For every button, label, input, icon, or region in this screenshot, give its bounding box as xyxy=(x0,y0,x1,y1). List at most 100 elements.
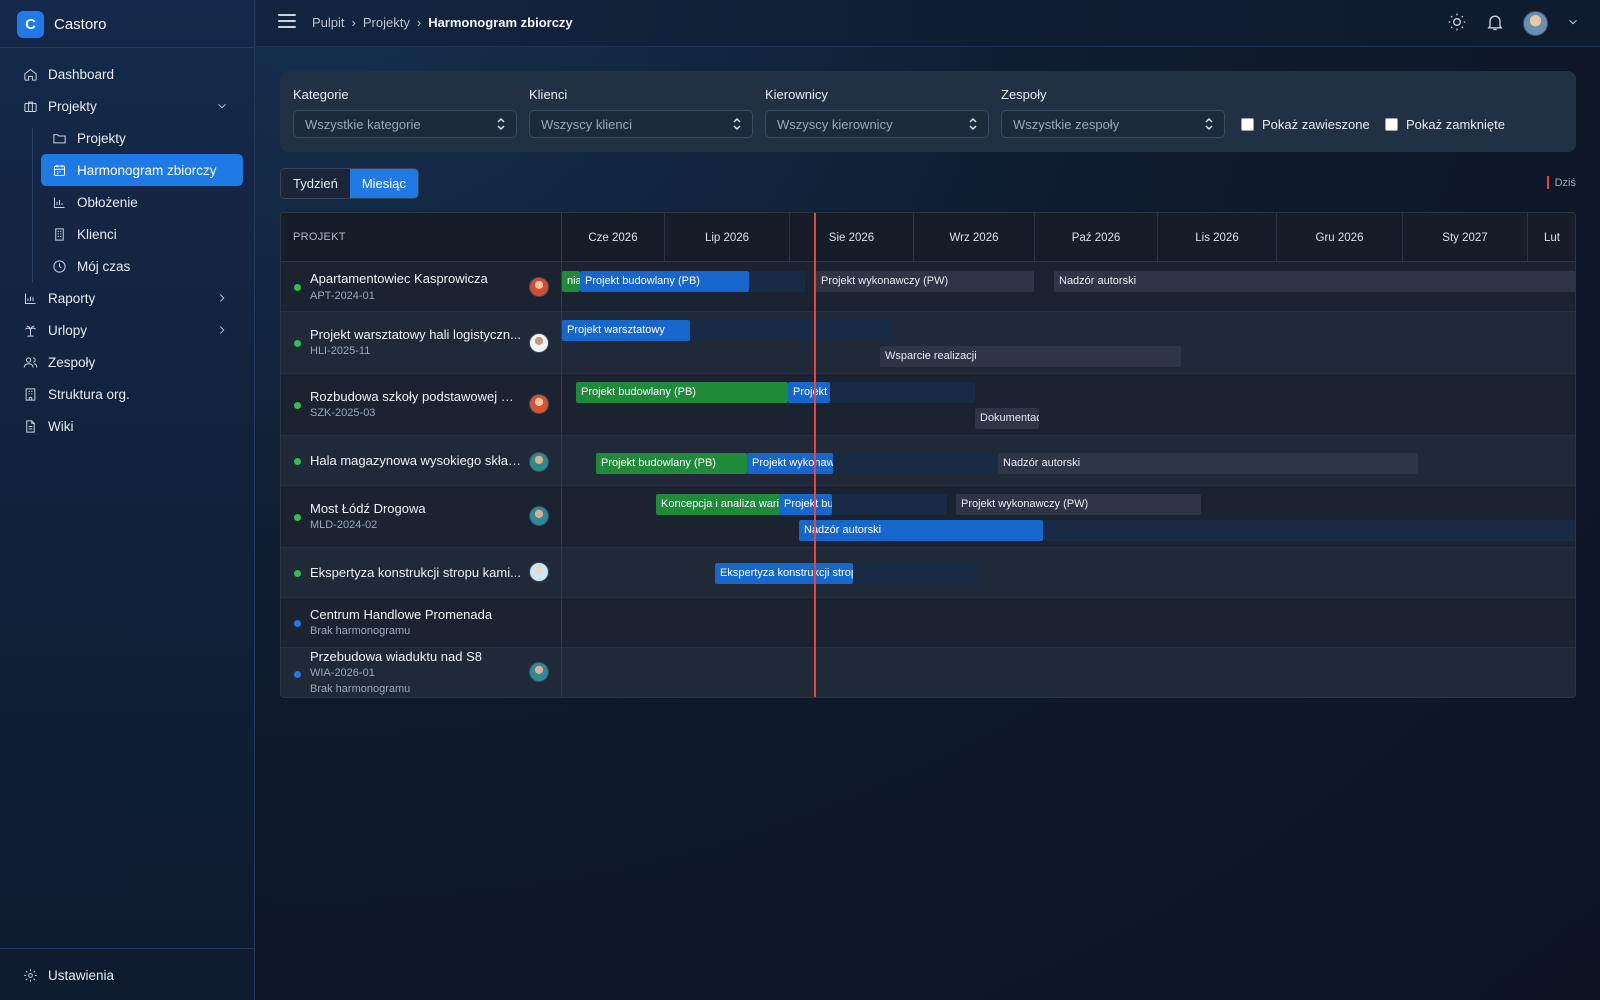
select-value: Wszyscy klienci xyxy=(541,116,633,132)
phase-bar[interactable] xyxy=(749,271,805,292)
topbar-actions xyxy=(1447,11,1580,36)
phase-bar[interactable]: Projekt budowlany (PB) xyxy=(576,382,788,403)
month-header: Lis 2026 xyxy=(1158,213,1277,262)
phase-bar[interactable] xyxy=(1043,520,1575,541)
phase-bar[interactable]: Projekt wykonawczy (PW) xyxy=(788,382,830,403)
chevron-right-icon[interactable] xyxy=(215,291,229,305)
today-label: Dziś xyxy=(1554,176,1576,189)
phase-bar[interactable] xyxy=(853,563,977,584)
today-legend: Dziś xyxy=(1546,176,1576,189)
zespoly-select[interactable]: Wszystkie zespoły xyxy=(1001,110,1225,138)
nav-label: Ustawienia xyxy=(48,967,115,983)
main-nav: Dashboard Projekty Projekty Harmonogram … xyxy=(0,58,255,442)
phase-bar[interactable]: Projekt warsztatowy xyxy=(562,320,690,341)
nav-projekty-list[interactable]: Projekty xyxy=(41,122,243,154)
nav-label: Struktura org. xyxy=(48,386,130,402)
phase-bar[interactable] xyxy=(833,453,998,474)
breadcrumb-separator: › xyxy=(416,15,422,30)
month-header: Lip 2026 xyxy=(665,213,790,262)
nav-label: Obłożenie xyxy=(77,194,138,210)
bar-chart-icon xyxy=(51,194,67,210)
submenu-line xyxy=(32,128,33,282)
select-value: Wszyscy kierownicy xyxy=(777,116,893,132)
filter-zespoly: Zespoły Wszystkie zespoły xyxy=(1001,87,1225,138)
phase-bar[interactable] xyxy=(830,382,975,403)
today-marker xyxy=(1546,176,1549,189)
month-header: Wrz 2026 xyxy=(914,213,1035,262)
phase-bar[interactable]: Ekspertyza konstrukcji stropu xyxy=(715,563,853,584)
document-icon xyxy=(22,418,38,434)
nav-harmonogram[interactable]: Harmonogram zbiorczy xyxy=(41,154,243,186)
home-icon xyxy=(22,66,38,82)
nav-raporty[interactable]: Raporty xyxy=(0,282,255,314)
phase-bar[interactable]: Nadzór autorski xyxy=(1054,271,1575,292)
month-header: Lut xyxy=(1528,213,1575,262)
view-toggle: Tydzień Miesiąc xyxy=(280,168,419,199)
filter-kategorie: Kategorie Wszystkie kategorie xyxy=(293,87,517,138)
nav-wiki[interactable]: Wiki xyxy=(0,410,255,442)
brand-logo: C xyxy=(17,10,44,38)
phase-bar[interactable]: Nadzór autorski xyxy=(799,520,1043,541)
klienci-select[interactable]: Wszyscy klienci xyxy=(529,110,753,138)
nav-klienci[interactable]: Klienci xyxy=(41,218,243,250)
select-value: Wszystkie zespoły xyxy=(1013,116,1120,132)
nav-ustawienia[interactable]: Ustawienia xyxy=(0,959,255,991)
phase-bar[interactable]: Projekt budowlany (PB) xyxy=(580,271,749,292)
folder-icon xyxy=(51,130,67,146)
filter-label: Klienci xyxy=(529,87,568,102)
user-avatar[interactable] xyxy=(1523,11,1548,36)
sun-icon[interactable] xyxy=(1447,12,1467,35)
org-building-icon xyxy=(22,386,38,402)
phase-bar[interactable]: Projekt budowlany (PB) xyxy=(779,494,832,515)
phase-bar[interactable]: Nadzór autorski xyxy=(998,453,1418,474)
settings-section: Ustawienia xyxy=(0,948,255,1000)
tab-tydzien[interactable]: Tydzień xyxy=(281,169,350,198)
breadcrumb-projekty[interactable]: Projekty xyxy=(363,15,410,30)
users-icon xyxy=(22,354,38,370)
nav-moj-czas[interactable]: Mój czas xyxy=(41,250,243,282)
phase-bar[interactable]: Dokumentacja przetargowa xyxy=(975,408,1039,429)
nav-label: Wiki xyxy=(48,418,74,434)
nav-struktura[interactable]: Struktura org. xyxy=(0,378,255,410)
zamkniete-checkbox-label[interactable]: Pokaż zamknięte xyxy=(1385,117,1505,132)
kierownicy-select[interactable]: Wszyscy kierownicy xyxy=(765,110,989,138)
phase-bar[interactable]: Projekt wykonawczy (PW) konstrukcji xyxy=(747,453,833,474)
nav-dashboard[interactable]: Dashboard xyxy=(0,58,255,90)
breadcrumb: Pulpit › Projekty › Harmonogram zbiorczy xyxy=(312,15,573,30)
month-header: Sie 2026 xyxy=(790,213,914,262)
breadcrumb-current: Harmonogram zbiorczy xyxy=(428,15,573,30)
nav-obciazenie[interactable]: Obłożenie xyxy=(41,186,243,218)
briefcase-icon xyxy=(22,98,38,114)
filter-panel: Kategorie Wszystkie kategorie Klienci Ws… xyxy=(280,71,1576,152)
breadcrumb-pulpit[interactable]: Pulpit xyxy=(312,15,345,30)
chevron-down-icon[interactable] xyxy=(215,99,229,113)
phase-bar[interactable]: Projekt wykonawczy (PW) xyxy=(956,494,1201,515)
nav-zespoly[interactable]: Zespoły xyxy=(0,346,255,378)
phase-bar[interactable]: Koncepcja i analiza wariantów xyxy=(656,494,781,515)
chevron-right-icon[interactable] xyxy=(215,323,229,337)
chevron-down-icon[interactable] xyxy=(1566,15,1580,32)
brand[interactable]: C Castoro xyxy=(17,10,107,38)
nav-label: Zespoły xyxy=(48,354,96,370)
zawieszone-checkbox-label[interactable]: Pokaż zawieszone xyxy=(1241,117,1370,132)
bell-icon[interactable] xyxy=(1485,12,1505,35)
breadcrumb-separator: › xyxy=(351,15,356,30)
phase-bar[interactable]: Projekt wykonawczy (PW) xyxy=(816,271,1034,292)
nav-urlopy[interactable]: Urlopy xyxy=(0,314,255,346)
tab-miesiac[interactable]: Miesiąc xyxy=(349,169,418,198)
zawieszone-checkbox[interactable] xyxy=(1241,118,1254,131)
phase-bar[interactable] xyxy=(690,320,893,341)
nav-projekty[interactable]: Projekty xyxy=(0,90,255,122)
zamkniete-checkbox[interactable] xyxy=(1385,118,1398,131)
filter-label: Kierownicy xyxy=(765,87,828,102)
phase-bar[interactable]: nia xyxy=(562,271,580,292)
phase-bar[interactable]: Projekt budowlany (PB) xyxy=(596,453,747,474)
hamburger-icon[interactable] xyxy=(278,14,296,32)
month-header: Cze 2026 xyxy=(562,213,665,262)
kategorie-select[interactable]: Wszystkie kategorie xyxy=(293,110,517,138)
nav-label: Mój czas xyxy=(77,258,131,274)
nav-label: Raporty xyxy=(48,290,96,306)
gear-icon xyxy=(22,967,38,983)
phase-bar[interactable] xyxy=(832,494,947,515)
phase-bar[interactable]: Wsparcie realizacji xyxy=(880,346,1181,367)
